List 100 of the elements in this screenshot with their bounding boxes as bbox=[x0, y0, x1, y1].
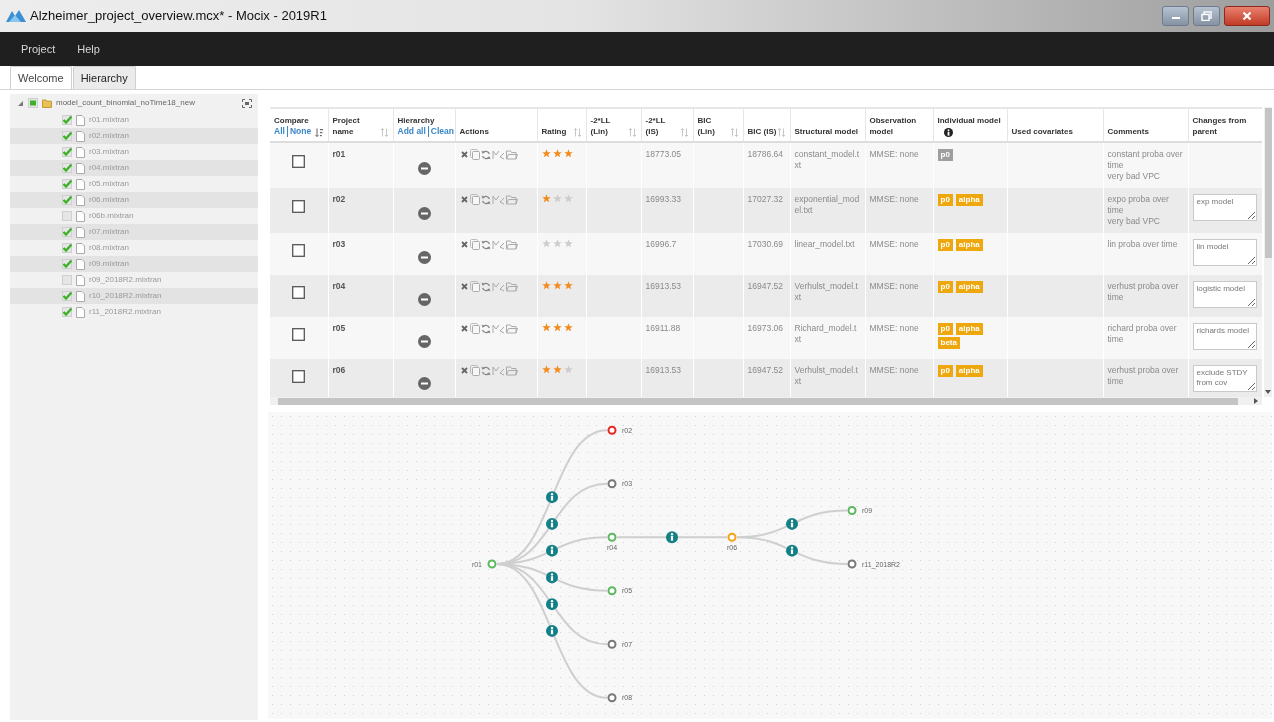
checkbox[interactable] bbox=[62, 227, 72, 237]
file-name[interactable]: r05.mixtran bbox=[89, 178, 129, 190]
graph-node[interactable] bbox=[607, 425, 617, 435]
folder-icon[interactable] bbox=[505, 194, 518, 205]
delete-icon[interactable] bbox=[459, 240, 469, 249]
folder-icon[interactable] bbox=[505, 149, 518, 160]
graph-node[interactable] bbox=[727, 532, 737, 542]
info-icon[interactable] bbox=[546, 544, 558, 557]
delete-icon[interactable] bbox=[459, 324, 469, 333]
delete-icon[interactable] bbox=[459, 195, 469, 204]
file-name[interactable]: r01.mixtran bbox=[89, 114, 129, 126]
checkbox[interactable] bbox=[62, 195, 72, 205]
tab[interactable]: Welcome bbox=[10, 65, 72, 89]
link[interactable]: All bbox=[274, 126, 285, 137]
graph-node[interactable] bbox=[607, 693, 617, 703]
column-header[interactable]: -2*LL (Lin) bbox=[590, 115, 628, 137]
remove-icon[interactable] bbox=[417, 250, 431, 264]
comment-field[interactable]: exp model bbox=[1192, 194, 1257, 221]
file-name[interactable]: r09_2018R2.mixtran bbox=[89, 274, 162, 286]
folder-icon[interactable] bbox=[505, 281, 518, 292]
delete-icon[interactable] bbox=[459, 282, 469, 291]
checkbox[interactable] bbox=[62, 115, 72, 125]
scroll-right-icon[interactable] bbox=[1254, 398, 1258, 404]
folder-icon[interactable] bbox=[505, 239, 518, 250]
graph-icon[interactable] bbox=[491, 365, 505, 376]
column-header[interactable]: Actions bbox=[459, 126, 489, 137]
graph-node[interactable] bbox=[607, 639, 617, 649]
scroll-down-icon[interactable] bbox=[1265, 390, 1271, 394]
checkbox[interactable] bbox=[62, 147, 72, 157]
link[interactable]: Clean bbox=[427, 126, 454, 137]
copy-icon[interactable] bbox=[469, 365, 480, 376]
info-icon[interactable] bbox=[666, 531, 678, 544]
graph-node[interactable] bbox=[847, 559, 857, 569]
maximize-button[interactable] bbox=[1193, 6, 1220, 26]
checkbox[interactable] bbox=[62, 131, 72, 141]
remove-icon[interactable] bbox=[417, 292, 431, 306]
file-name[interactable]: r11_2018R2.mixtran bbox=[89, 306, 161, 318]
remove-icon[interactable] bbox=[417, 162, 431, 175]
graph-icon[interactable] bbox=[491, 194, 505, 205]
close-button[interactable] bbox=[1224, 6, 1270, 26]
sort-icon[interactable] bbox=[314, 128, 324, 137]
info-icon[interactable] bbox=[786, 517, 798, 530]
column-header[interactable]: BIC (IS) bbox=[747, 126, 777, 137]
column-header[interactable]: Rating bbox=[541, 126, 567, 137]
graph-node[interactable] bbox=[607, 532, 617, 542]
column-header[interactable]: -2*LL (IS) bbox=[645, 115, 680, 137]
refresh-icon[interactable] bbox=[480, 323, 491, 334]
refresh-icon[interactable] bbox=[480, 365, 491, 376]
folder-icon[interactable] bbox=[505, 365, 518, 376]
info-icon[interactable] bbox=[546, 491, 558, 504]
info-icon[interactable] bbox=[546, 517, 558, 530]
remove-icon[interactable] bbox=[417, 376, 431, 390]
graph-icon[interactable] bbox=[491, 149, 505, 160]
column-header[interactable]: Used covariates bbox=[1011, 126, 1073, 137]
graph-icon[interactable] bbox=[491, 281, 505, 292]
info-icon[interactable] bbox=[786, 544, 798, 557]
comment-field[interactable]: exclude STDY from cov bbox=[1192, 365, 1257, 392]
refresh-icon[interactable] bbox=[480, 194, 491, 205]
info-icon[interactable] bbox=[546, 624, 558, 637]
checkbox[interactable] bbox=[62, 291, 72, 301]
link[interactable]: Add all bbox=[397, 126, 426, 137]
column-header[interactable]: Observation model bbox=[869, 115, 929, 137]
comment-field[interactable]: logistic model bbox=[1192, 281, 1257, 308]
column-header[interactable]: Compare bbox=[274, 115, 312, 126]
comment-field[interactable]: richards model bbox=[1192, 323, 1257, 350]
column-header[interactable]: Project name bbox=[332, 115, 380, 137]
checkbox[interactable] bbox=[292, 243, 306, 257]
delete-icon[interactable] bbox=[459, 150, 469, 159]
checkbox[interactable] bbox=[62, 307, 72, 317]
file-name[interactable]: r08.mixtran bbox=[89, 242, 129, 254]
file-name[interactable]: r03.mixtran bbox=[89, 146, 129, 158]
checkbox[interactable] bbox=[292, 200, 306, 213]
checkbox[interactable] bbox=[292, 285, 306, 299]
minimize-button[interactable] bbox=[1162, 6, 1189, 26]
checkbox[interactable] bbox=[292, 369, 306, 383]
comment-field[interactable]: lin model bbox=[1192, 239, 1257, 266]
scroll-thumb[interactable] bbox=[1264, 108, 1272, 258]
column-header[interactable]: BIC (Lin) bbox=[697, 115, 730, 137]
column-header[interactable]: Comments bbox=[1107, 126, 1149, 137]
graph-icon[interactable] bbox=[491, 323, 505, 334]
file-name[interactable]: r06b.mixtran bbox=[89, 210, 134, 222]
column-header[interactable]: Individual model bbox=[937, 115, 1001, 126]
graph-icon[interactable] bbox=[491, 239, 505, 250]
caret-icon[interactable] bbox=[17, 99, 24, 107]
refresh-icon[interactable] bbox=[480, 149, 491, 160]
tab[interactable]: Hierarchy bbox=[72, 65, 136, 89]
vertical-scrollbar[interactable] bbox=[1264, 107, 1272, 397]
remove-icon[interactable] bbox=[417, 207, 431, 220]
checkbox[interactable] bbox=[292, 155, 306, 168]
graph-node[interactable] bbox=[847, 506, 857, 515]
menu-item[interactable]: Help bbox=[68, 36, 109, 62]
refresh-icon[interactable] bbox=[480, 239, 491, 250]
folder-icon[interactable] bbox=[505, 323, 518, 334]
remove-icon[interactable] bbox=[417, 334, 431, 348]
graph-node[interactable] bbox=[607, 586, 617, 596]
column-header[interactable]: Hierarchy bbox=[397, 115, 454, 126]
copy-icon[interactable] bbox=[469, 281, 480, 292]
graph-node[interactable] bbox=[607, 479, 617, 489]
refresh-icon[interactable] bbox=[480, 281, 491, 292]
link[interactable]: None bbox=[286, 126, 312, 137]
